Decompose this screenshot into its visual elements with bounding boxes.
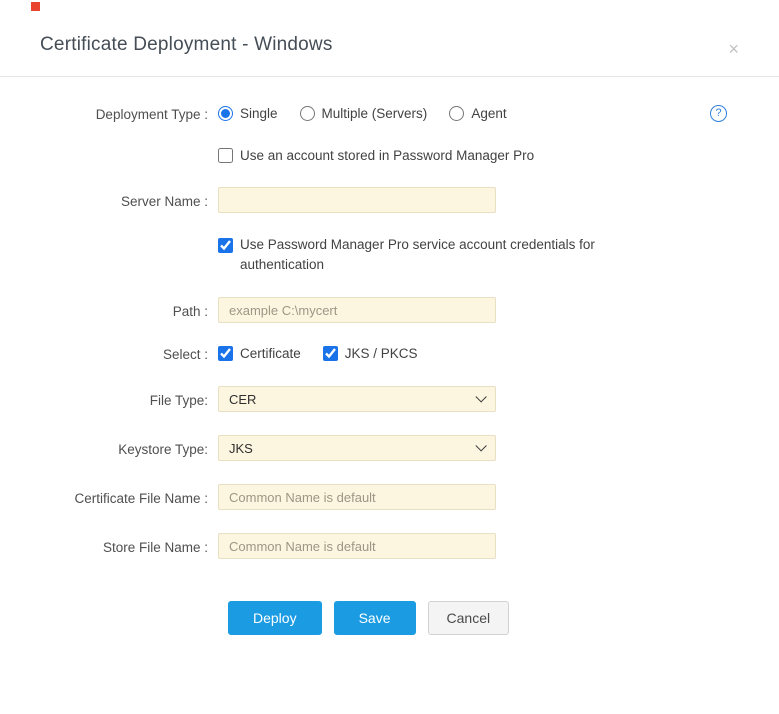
radio-single[interactable]: Single <box>218 106 278 121</box>
radio-single-label: Single <box>240 106 278 121</box>
certificate-file-name-label: Certificate File Name : <box>40 489 218 506</box>
server-name-label: Server Name : <box>40 192 218 209</box>
dialog-buttons: Deploy Save Cancel <box>40 601 739 635</box>
radio-multiple-servers-label: Multiple (Servers) <box>322 106 428 121</box>
dialog-header: Certificate Deployment - Windows × <box>0 0 779 77</box>
keystore-type-select[interactable]: JKS <box>218 435 496 461</box>
radio-multiple-servers[interactable]: Multiple (Servers) <box>300 106 428 121</box>
file-type-select[interactable]: CER <box>218 386 496 412</box>
deployment-type-label: Deployment Type : <box>40 105 218 122</box>
jks-pkcs-checkbox-label: JKS / PKCS <box>345 346 418 361</box>
certificate-checkbox-label: Certificate <box>240 346 301 361</box>
file-type-row: File Type: CER <box>40 386 739 412</box>
select-row: Select : Certificate JKS / PKCS <box>40 345 739 362</box>
jks-pkcs-checkbox[interactable]: JKS / PKCS <box>323 346 418 361</box>
file-type-selected-value: CER <box>229 392 256 407</box>
jks-pkcs-checkbox-input[interactable] <box>323 346 338 361</box>
deployment-type-row: Deployment Type : Single Multiple (Serve… <box>40 105 739 122</box>
use-stored-account-checkbox[interactable]: Use an account stored in Password Manage… <box>218 148 534 163</box>
keystore-type-selected-value: JKS <box>229 441 253 456</box>
stored-account-row: Use an account stored in Password Manage… <box>40 148 739 163</box>
certificate-file-name-input[interactable] <box>218 484 496 510</box>
cancel-button[interactable]: Cancel <box>428 601 510 635</box>
deploy-button[interactable]: Deploy <box>228 601 322 635</box>
certificate-file-name-row: Certificate File Name : <box>40 484 739 510</box>
close-icon[interactable]: × <box>728 40 739 58</box>
use-service-account-label: Use Password Manager Pro service account… <box>240 235 670 275</box>
use-stored-account-input[interactable] <box>218 148 233 163</box>
radio-single-input[interactable] <box>218 106 233 121</box>
radio-agent[interactable]: Agent <box>449 106 506 121</box>
chevron-down-icon <box>475 391 486 402</box>
use-service-account-input[interactable] <box>218 238 233 253</box>
select-label: Select : <box>40 345 218 362</box>
certificate-checkbox[interactable]: Certificate <box>218 346 301 361</box>
path-row: Path : <box>40 297 739 323</box>
use-stored-account-label: Use an account stored in Password Manage… <box>240 148 534 163</box>
radio-multiple-servers-input[interactable] <box>300 106 315 121</box>
file-type-label: File Type: <box>40 391 218 408</box>
server-name-row: Server Name : <box>40 187 739 213</box>
server-name-input[interactable] <box>218 187 496 213</box>
keystore-type-row: Keystore Type: JKS <box>40 435 739 461</box>
service-account-row: Use Password Manager Pro service account… <box>40 235 739 275</box>
help-icon[interactable]: ? <box>710 105 727 122</box>
store-file-name-row: Store File Name : <box>40 533 739 559</box>
radio-agent-input[interactable] <box>449 106 464 121</box>
use-service-account-checkbox[interactable]: Use Password Manager Pro service account… <box>218 235 670 275</box>
chevron-down-icon <box>475 440 486 451</box>
radio-agent-label: Agent <box>471 106 506 121</box>
path-input[interactable] <box>218 297 496 323</box>
certificate-deployment-form: Deployment Type : Single Multiple (Serve… <box>0 77 779 635</box>
certificate-checkbox-input[interactable] <box>218 346 233 361</box>
keystore-type-label: Keystore Type: <box>40 440 218 457</box>
store-file-name-input[interactable] <box>218 533 496 559</box>
save-button[interactable]: Save <box>334 601 416 635</box>
store-file-name-label: Store File Name : <box>40 538 218 555</box>
path-label: Path : <box>40 302 218 319</box>
dialog-title: Certificate Deployment - Windows <box>40 34 739 56</box>
